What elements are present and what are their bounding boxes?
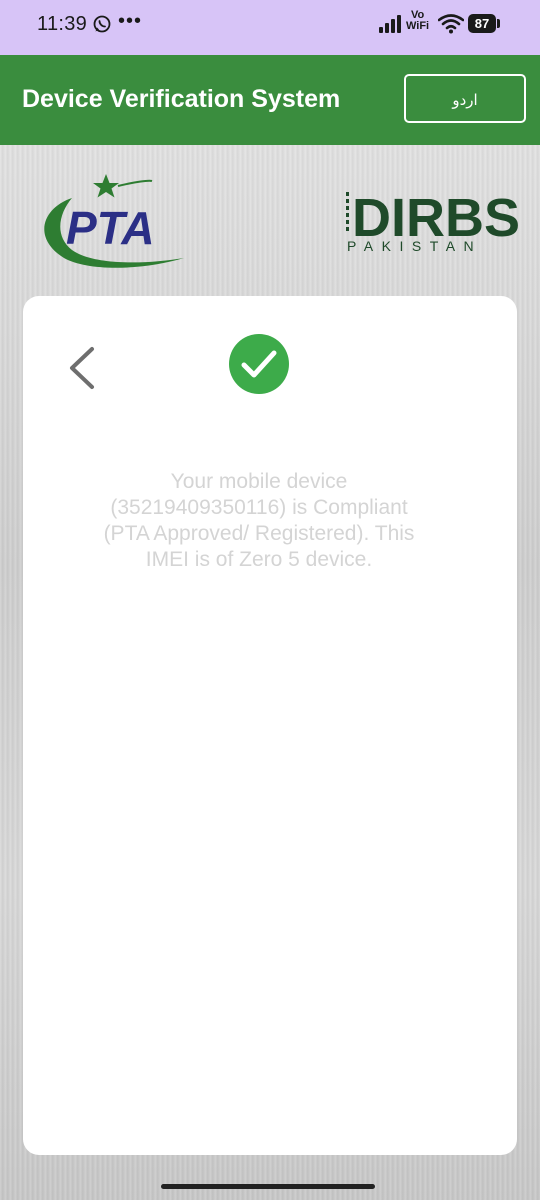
signal-icon (379, 15, 401, 33)
result-card (23, 296, 517, 1155)
vowifi-icon: Vo WiFi (406, 9, 430, 32)
battery-tip (497, 19, 500, 28)
status-bar: 11:39 ••• Vo WiFi 87 (0, 0, 540, 55)
dirbs-logo-subtext: PAKISTAN (347, 238, 482, 254)
status-time: 11:39 (37, 13, 88, 35)
app-bar: Device Verification System اردو (0, 55, 540, 145)
more-notifications-icon: ••• (118, 10, 143, 32)
battery-icon: 87 (468, 14, 496, 33)
pta-logo: PTA (44, 174, 184, 268)
gesture-nav-handle[interactable] (161, 1184, 375, 1189)
success-check-icon (229, 334, 289, 394)
verification-message: Your mobile device (35219409350116) is C… (103, 470, 415, 571)
dirbs-logo: DIRBS PAKISTAN (346, 188, 518, 254)
whatsapp-icon (93, 15, 111, 33)
pta-logo-text: PTA (66, 202, 155, 254)
page-title: Device Verification System (22, 85, 341, 113)
back-chevron-icon[interactable] (66, 343, 98, 393)
language-toggle-button[interactable]: اردو (404, 74, 526, 123)
wifi-icon (438, 14, 464, 34)
